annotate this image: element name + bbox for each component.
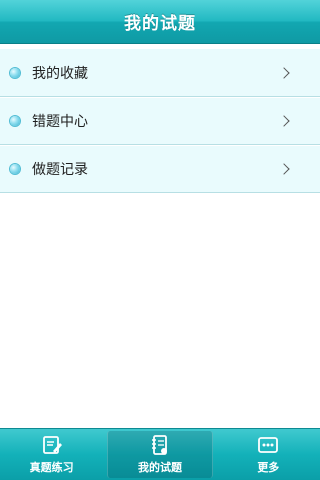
tab-real-exam-practice[interactable]: 真题练习 xyxy=(0,429,103,480)
list-item-favorites[interactable]: 我的收藏 xyxy=(0,48,320,97)
tab-label: 我的试题 xyxy=(137,461,182,474)
more-dots-icon xyxy=(258,437,279,453)
chevron-right-icon xyxy=(278,163,290,175)
bullet-icon xyxy=(10,116,20,126)
chevron-right-icon xyxy=(278,66,290,79)
list-item-label: 错题中心 xyxy=(32,114,88,130)
list-item-label: 做题记录 xyxy=(32,162,88,178)
list-item-label: 我的收藏 xyxy=(32,65,88,82)
bullet-icon xyxy=(10,67,20,78)
chevron-right-icon xyxy=(278,115,290,127)
app-screen: 我的试题 我的收藏 错题中心 做题记录 真题练习 我的试题 更多 xyxy=(0,0,320,480)
tab-more[interactable]: 更多 xyxy=(217,429,320,480)
bullet-icon xyxy=(10,164,20,174)
list-item-wrong-questions[interactable]: 错题中心 xyxy=(0,97,320,145)
question-menu-list: 我的收藏 错题中心 做题记录 xyxy=(0,48,320,193)
header-bar: 我的试题 xyxy=(0,0,320,44)
pencil-note-icon xyxy=(42,436,62,454)
tab-my-questions[interactable]: 我的试题 xyxy=(107,431,213,478)
tab-label: 真题练习 xyxy=(29,461,74,474)
list-item-practice-history[interactable]: 做题记录 xyxy=(0,145,320,193)
tab-label: 更多 xyxy=(257,461,280,474)
notebook-icon xyxy=(151,435,167,455)
page-title: 我的试题 xyxy=(124,14,196,34)
bottom-tab-bar: 真题练习 我的试题 更多 xyxy=(0,428,320,480)
